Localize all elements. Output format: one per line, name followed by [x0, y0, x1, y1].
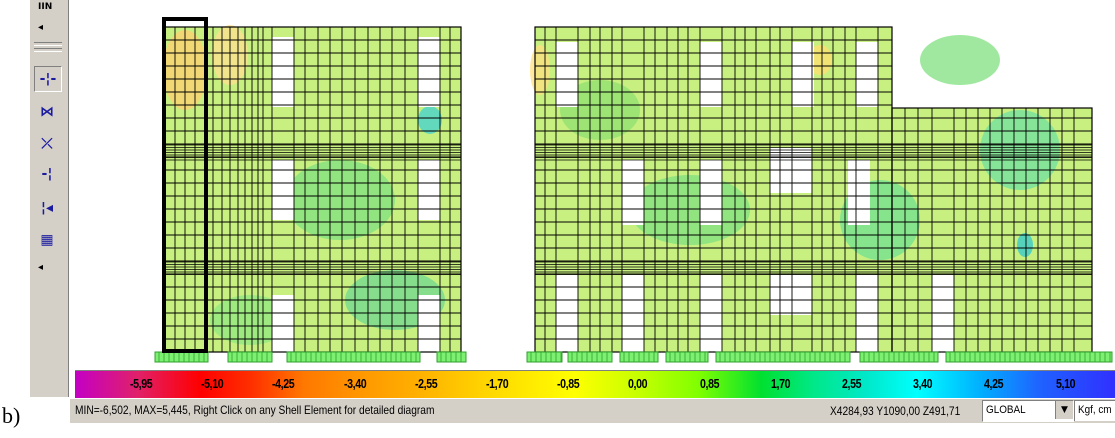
stress-contour-region: [418, 106, 442, 134]
fit-start-icon: ⋈: [40, 104, 54, 120]
joint-right-icon: ¦◂: [40, 200, 54, 216]
toolbar-separator: [34, 48, 62, 52]
scale-tick-label: -5,95: [130, 376, 153, 391]
cross-button[interactable]: ⤫: [34, 132, 60, 156]
scale-tick-label: -5,10: [201, 376, 224, 391]
wall-opening: [556, 42, 578, 107]
base-support: [227, 351, 273, 363]
base-support: [567, 351, 613, 363]
wall-opening: [272, 160, 294, 220]
wall-opening: [272, 295, 294, 353]
cross-icon: ⤫: [41, 136, 53, 152]
figure-caption: b): [2, 403, 21, 428]
scale-tick-label: 4,25: [984, 376, 1004, 391]
wall-opening: [418, 37, 440, 107]
scale-tick-label: 5,10: [1055, 376, 1076, 391]
stress-contour-region: [285, 160, 395, 240]
scale-tick-label: -0,85: [557, 376, 580, 391]
scroll-left-icon[interactable]: ◂: [38, 262, 48, 276]
toolbar-top-label: IIN: [38, 2, 53, 12]
scale-tick-label: -3,40: [343, 376, 367, 391]
scale-tick-label: 2,55: [842, 376, 862, 391]
base-support: [945, 351, 1113, 363]
stress-contour-region: [530, 45, 550, 95]
chevron-down-icon[interactable]: ▼: [1055, 401, 1073, 419]
wall-opening: [770, 275, 812, 315]
units-select[interactable]: Kgf, cm: [1074, 400, 1115, 421]
wall-opening: [418, 295, 440, 353]
stress-contour-region: [630, 175, 750, 245]
status-bar: MIN=-6,502, MAX=5,445, Right Click on an…: [70, 398, 1115, 423]
fit-both-ends-button[interactable]: -¦-: [34, 66, 62, 92]
scale-tick-label: 1,70: [770, 376, 791, 391]
grid-mesh-button[interactable]: ▦: [34, 228, 60, 252]
scale-tick-label: 0,00: [628, 376, 648, 391]
status-message: MIN=-6,502, MAX=5,445, Right Click on an…: [75, 403, 435, 417]
wall-opening: [792, 42, 814, 107]
scale-tick-label: 3,40: [913, 376, 933, 391]
joint-right-button[interactable]: ¦◂: [34, 196, 60, 220]
wall-opening: [856, 42, 878, 107]
stress-contour-region: [920, 35, 1000, 85]
scroll-left-icon[interactable]: ◂: [38, 22, 48, 36]
scale-tick-label: -2,55: [414, 376, 438, 391]
base-support: [286, 351, 421, 363]
scale-tick-label: -1,70: [486, 376, 509, 391]
base-support: [154, 351, 209, 363]
side-toolbar: IIN ◂ -¦- ⋈ ⤫ -¦ ¦◂ ▦ ◂: [30, 0, 69, 397]
base-support: [665, 351, 709, 363]
wall-opening: [418, 160, 440, 220]
fit-start-button[interactable]: ⋈: [34, 100, 60, 124]
coordinate-system-value: GLOBAL: [986, 404, 1026, 416]
grid-mesh-icon: ▦: [40, 232, 54, 248]
scale-tick-label: -4,25: [272, 376, 295, 391]
base-support: [526, 351, 563, 363]
shell-stress-contour[interactable]: [70, 0, 1115, 370]
toolbar-separator: [34, 42, 62, 46]
joint-left-icon: -¦: [41, 166, 53, 182]
coordinate-system-select[interactable]: GLOBAL ▼: [982, 400, 1074, 422]
fit-both-ends-icon: -¦-: [39, 71, 57, 87]
wall-opening: [700, 42, 722, 107]
color-scale-bar: -5,95 -5,10 -4,25 -3,40 -2,55 -1,70 -0,85 0,00 0…: [75, 370, 1115, 398]
cursor-coordinates: X4284,93 Y1090,00 Z491,71: [830, 404, 961, 418]
wall-opening: [272, 37, 294, 107]
model-view[interactable]: [70, 0, 1115, 370]
scale-tick-label: 0,85: [699, 376, 720, 391]
stress-contour-region: [1017, 233, 1033, 257]
units-value: Kgf, cm: [1078, 404, 1112, 416]
joint-left-button[interactable]: -¦: [34, 162, 60, 186]
